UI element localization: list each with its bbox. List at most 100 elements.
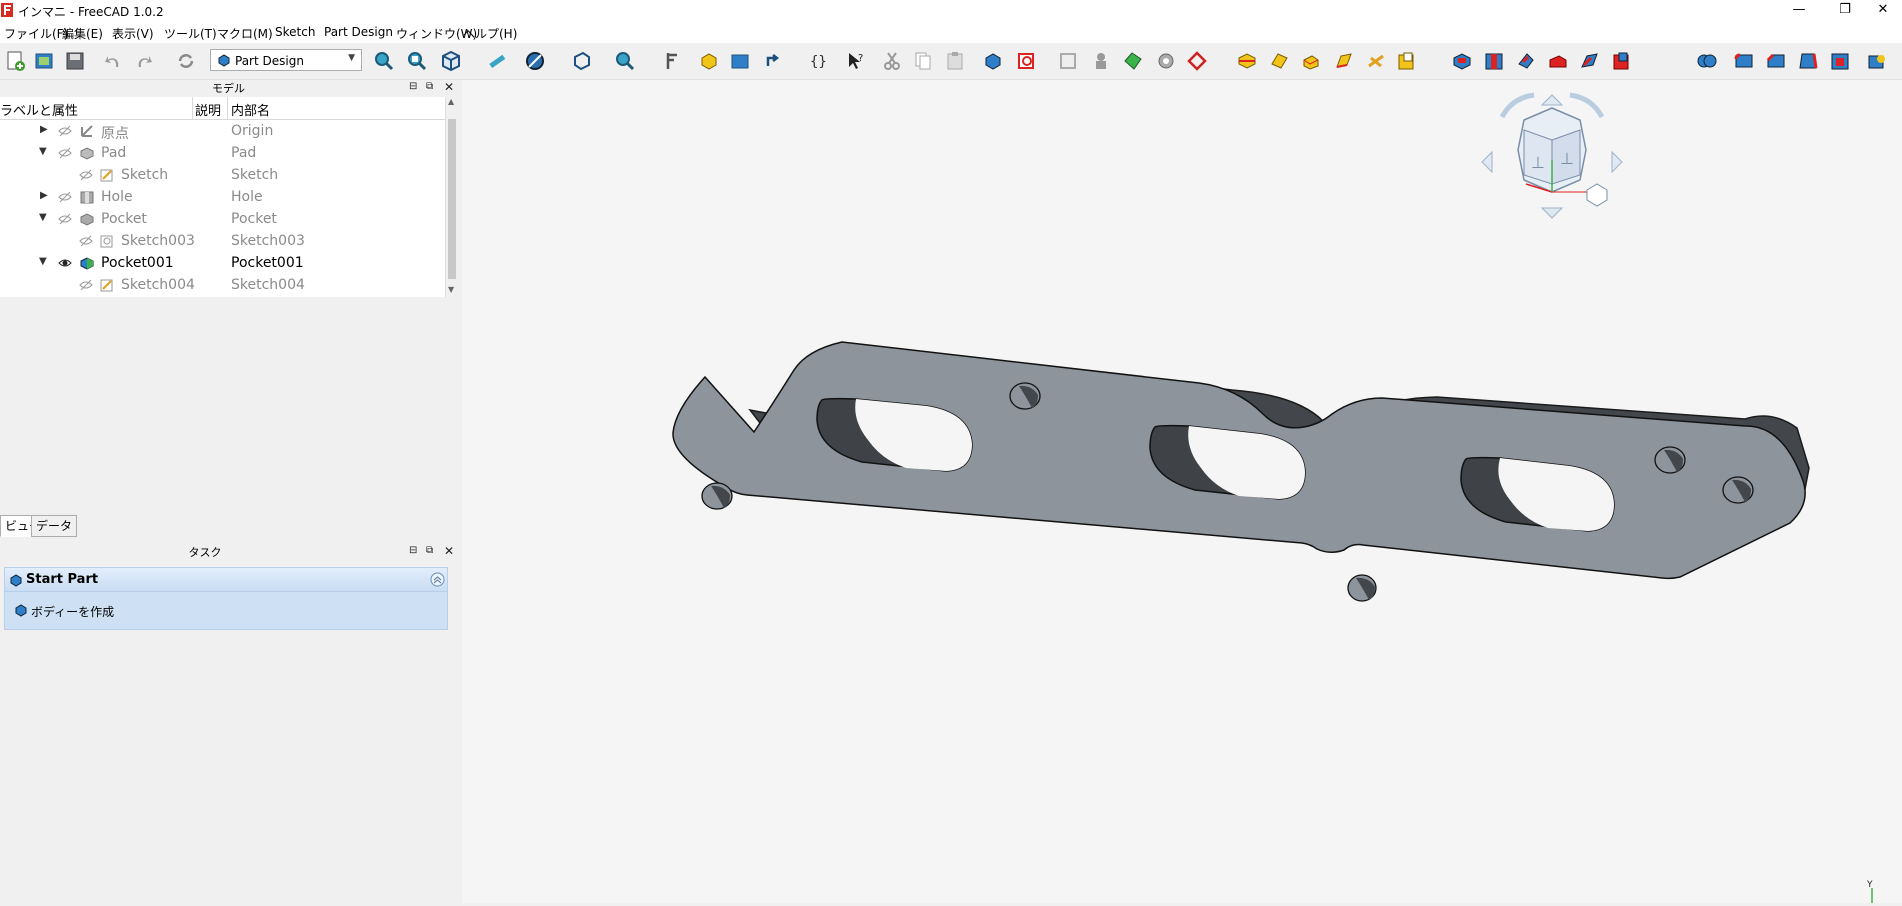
subtractive-pipe-icon[interactable] xyxy=(1579,50,1601,72)
expression-icon[interactable]: {} xyxy=(808,50,830,72)
refresh-icon[interactable] xyxy=(175,50,197,72)
tree-row-pocket001[interactable]: ▼ Pocket001 Pocket001 xyxy=(0,252,445,274)
bounding-box-icon[interactable] xyxy=(570,50,592,72)
undock-panel-icon[interactable]: ⧉ xyxy=(426,545,433,556)
hole-icon[interactable] xyxy=(1483,50,1505,72)
open-file-icon[interactable] xyxy=(33,50,55,72)
tree-row-hole[interactable]: ▶ Hole Hole xyxy=(0,186,445,208)
collapse-arrow-icon[interactable]: ▼ xyxy=(39,212,47,223)
paste-icon[interactable] xyxy=(944,50,966,72)
float-panel-icon[interactable]: ⊟ xyxy=(409,545,417,556)
chamfer-icon[interactable] xyxy=(1765,50,1787,72)
task-box-header[interactable]: Start Part xyxy=(4,567,448,592)
measure-icon[interactable] xyxy=(486,50,508,72)
validate-sketch-icon[interactable] xyxy=(1058,50,1080,72)
pad-icon[interactable] xyxy=(1236,50,1258,72)
visible-eye-icon[interactable] xyxy=(58,257,72,269)
rotate-right-icon[interactable] xyxy=(1569,92,1605,119)
menu-view[interactable]: 表示(V) xyxy=(112,25,154,42)
close-button[interactable]: ✕ xyxy=(1860,0,1902,22)
body-icon[interactable] xyxy=(982,50,1004,72)
menu-sketch[interactable]: Sketch xyxy=(275,25,315,39)
tree-row-pad[interactable]: ▼ Pad Pad xyxy=(0,142,445,164)
cut-icon[interactable] xyxy=(881,50,903,72)
collapse-arrow-icon[interactable]: ▼ xyxy=(39,256,47,267)
tree-row-pocket[interactable]: ▼ Pocket Pocket xyxy=(0,208,445,230)
pocket-icon[interactable] xyxy=(1451,50,1473,72)
column-label[interactable]: ラベルと属性 xyxy=(0,100,78,119)
menu-macro[interactable]: マクロ(M) xyxy=(217,25,273,42)
caliper-icon[interactable] xyxy=(660,50,682,72)
helix-icon[interactable] xyxy=(1365,50,1387,72)
fillet-icon[interactable] xyxy=(1733,50,1755,72)
clone-icon[interactable] xyxy=(1090,50,1112,72)
nav-arrow-up-icon[interactable] xyxy=(1540,94,1564,106)
loft-icon[interactable] xyxy=(1300,50,1322,72)
shape-binder-icon[interactable] xyxy=(1122,50,1144,72)
menu-tools[interactable]: ツール(T) xyxy=(164,25,217,42)
hidden-eye-icon[interactable] xyxy=(58,147,72,159)
sub-shape-binder-icon[interactable] xyxy=(1155,50,1177,72)
sketch-icon[interactable] xyxy=(1016,50,1038,72)
scroll-thumb[interactable] xyxy=(448,119,456,279)
undo-icon[interactable] xyxy=(102,50,124,72)
menu-edit[interactable]: 編集(E) xyxy=(62,25,103,42)
save-icon[interactable] xyxy=(64,50,86,72)
nav-arrow-right-icon[interactable] xyxy=(1611,150,1623,174)
copy-icon[interactable] xyxy=(912,50,934,72)
subtractive-primitive-icon[interactable] xyxy=(1611,50,1633,72)
new-file-icon[interactable] xyxy=(4,50,26,72)
group-icon[interactable] xyxy=(729,50,751,72)
part-model[interactable]: ⊥ ⊥ Y xyxy=(462,80,1902,903)
menu-help[interactable]: ヘルプ(H) xyxy=(463,25,517,42)
nav-arrow-down-icon[interactable] xyxy=(1540,207,1564,219)
view-iso-icon[interactable] xyxy=(440,50,462,72)
boolean-icon[interactable] xyxy=(1696,50,1718,72)
thickness-icon[interactable] xyxy=(1829,50,1851,72)
tree-row-sketch004[interactable]: Sketch004 Sketch004 xyxy=(0,274,445,296)
menu-part-design[interactable]: Part Design xyxy=(324,25,393,39)
zoom-icon[interactable] xyxy=(614,50,636,72)
sprocket-icon[interactable] xyxy=(1866,50,1888,72)
hidden-eye-icon[interactable] xyxy=(79,169,93,181)
create-body-link[interactable]: ボディーを作成 xyxy=(31,603,114,620)
groove-icon[interactable] xyxy=(1515,50,1537,72)
hidden-eye-icon[interactable] xyxy=(79,279,93,291)
whats-this-icon[interactable]: ? xyxy=(845,50,867,72)
float-panel-icon[interactable]: ⊟ xyxy=(409,81,417,92)
close-panel-icon[interactable]: ✕ xyxy=(444,544,454,558)
nav-arrow-left-icon[interactable] xyxy=(1481,150,1493,174)
datum-icon[interactable] xyxy=(1186,50,1208,72)
workbench-selector[interactable]: Part Design ▼ xyxy=(210,49,362,71)
tree-row-sketch003[interactable]: Sketch003 Sketch003 xyxy=(0,230,445,252)
redo-icon[interactable] xyxy=(133,50,155,72)
revolution-icon[interactable] xyxy=(1268,50,1290,72)
fit-selection-icon[interactable] xyxy=(406,50,428,72)
fit-all-icon[interactable] xyxy=(373,50,395,72)
draw-style-icon[interactable] xyxy=(524,50,546,72)
navigation-cube[interactable]: ⊥ ⊥ xyxy=(1481,92,1623,219)
pipe-icon[interactable] xyxy=(1333,50,1355,72)
tree-row-sketch[interactable]: Sketch Sketch xyxy=(0,164,445,186)
hidden-eye-icon[interactable] xyxy=(58,191,72,203)
minimize-button[interactable]: — xyxy=(1776,0,1822,22)
subtractive-loft-icon[interactable] xyxy=(1547,50,1569,72)
tab-data[interactable]: データ xyxy=(31,515,78,537)
collapse-arrow-icon[interactable]: ▼ xyxy=(39,146,47,157)
3d-viewport[interactable]: ⊥ ⊥ Y xyxy=(462,80,1902,903)
part-icon[interactable] xyxy=(698,50,720,72)
hidden-eye-icon[interactable] xyxy=(79,235,93,247)
rotate-left-icon[interactable] xyxy=(1499,92,1535,119)
close-panel-icon[interactable]: ✕ xyxy=(444,80,454,94)
hidden-eye-icon[interactable] xyxy=(58,213,72,225)
column-internal-name[interactable]: 内部名 xyxy=(231,100,270,119)
collapse-icon[interactable] xyxy=(430,572,445,587)
hidden-eye-icon[interactable] xyxy=(58,125,72,137)
scroll-down-icon[interactable]: ▼ xyxy=(448,285,454,294)
view-menu-cube-icon[interactable] xyxy=(1586,183,1608,207)
expand-arrow-icon[interactable]: ▶ xyxy=(40,190,48,201)
link-icon[interactable] xyxy=(763,50,785,72)
additive-primitive-icon[interactable] xyxy=(1396,50,1418,72)
draft-icon[interactable] xyxy=(1797,50,1819,72)
tree-row-origin[interactable]: ▶ 原点 Origin xyxy=(0,120,445,142)
